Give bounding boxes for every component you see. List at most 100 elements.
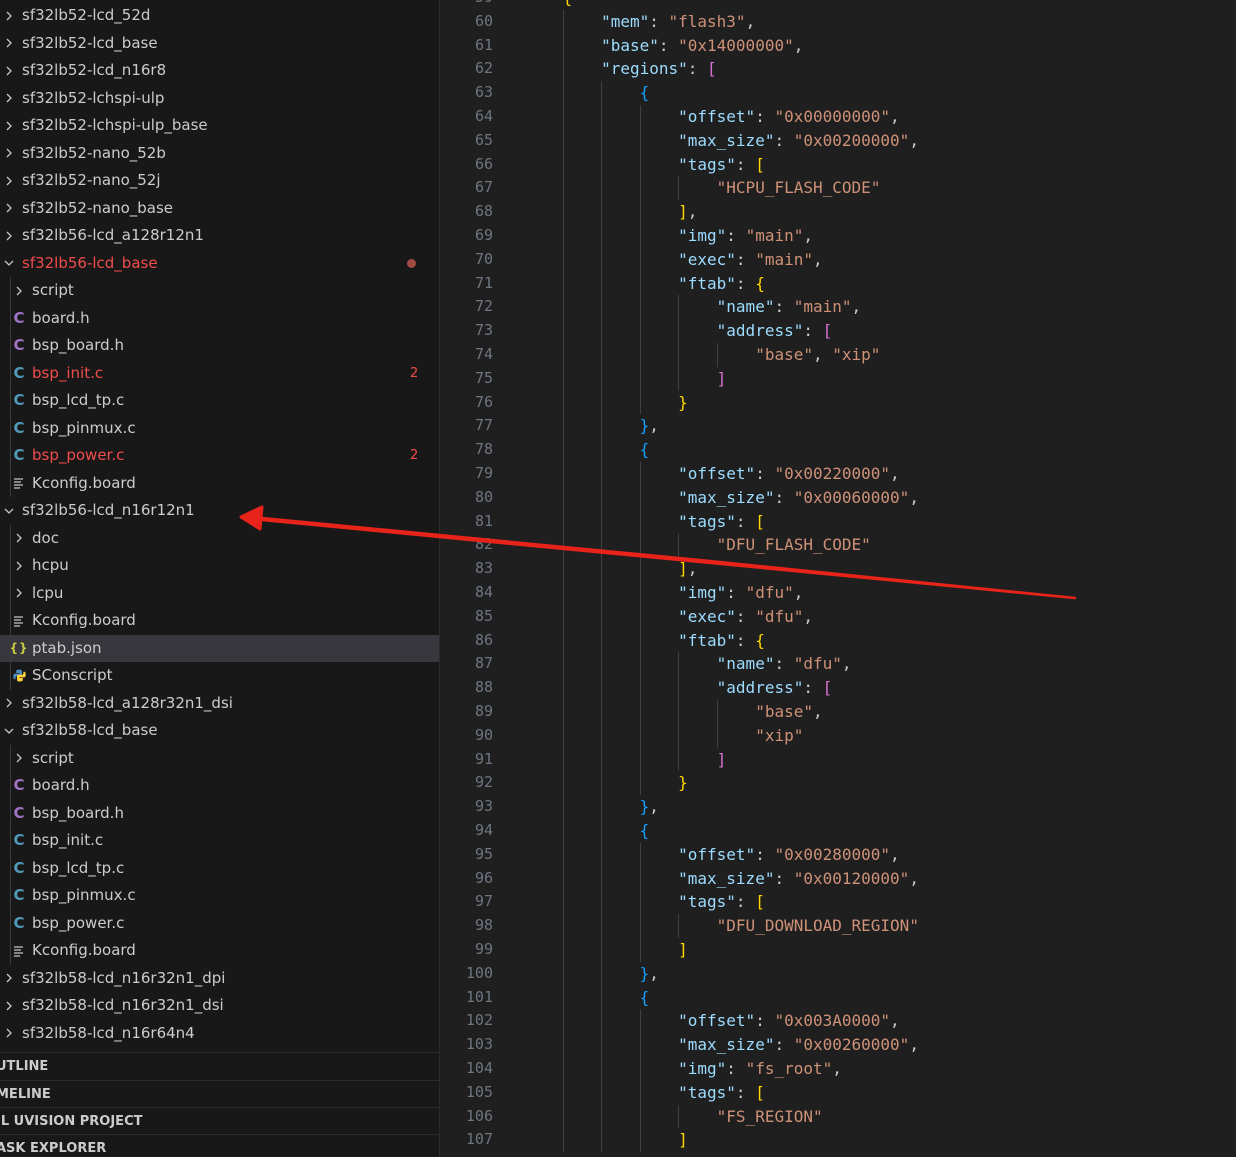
chevron-right-icon[interactable] xyxy=(12,552,26,580)
code-line[interactable]: "mem": "flash3", xyxy=(524,10,755,34)
tree-item[interactable]: Cbsp_power.c xyxy=(0,910,439,938)
tree-item[interactable]: doc xyxy=(0,525,439,553)
tree-item[interactable]: sf32lb58-lcd_n16r64n4 xyxy=(0,1020,439,1048)
tree-item[interactable]: sf32lb52-lchspi-ulp xyxy=(0,85,439,113)
code-line[interactable]: "offset": "0x003A0000", xyxy=(524,1009,900,1033)
code-line[interactable]: } xyxy=(524,771,688,795)
tree-item[interactable]: sf32lb56-lcd_base xyxy=(0,250,439,278)
code-line[interactable]: ] xyxy=(524,938,688,962)
code-line[interactable]: "img": "main", xyxy=(524,224,813,248)
code-line[interactable]: "xip" xyxy=(524,724,803,748)
tree-item[interactable]: sf32lb58-lcd_a128r32n1_dsi xyxy=(0,690,439,718)
chevron-right-icon[interactable] xyxy=(2,2,16,30)
code-line[interactable]: "max_size": "0x00200000", xyxy=(524,129,919,153)
code-line[interactable]: "base": "0x14000000", xyxy=(524,34,803,58)
tree-item[interactable]: Cboard.h xyxy=(0,305,439,333)
section-timeline[interactable]: MELINE xyxy=(0,1080,439,1108)
code-line[interactable]: "regions": [ xyxy=(524,57,717,81)
code-line[interactable]: "base", "xip" xyxy=(524,343,880,367)
chevron-down-icon[interactable] xyxy=(2,717,16,745)
chevron-right-icon[interactable] xyxy=(2,1020,16,1048)
tree-item[interactable]: hcpu xyxy=(0,552,439,580)
code-line[interactable]: { xyxy=(524,81,650,105)
tree-item[interactable]: Cbsp_pinmux.c xyxy=(0,882,439,910)
code-line[interactable]: "ftab": { xyxy=(524,272,765,296)
tree-item[interactable]: Cbsp_pinmux.c xyxy=(0,415,439,443)
chevron-right-icon[interactable] xyxy=(2,992,16,1020)
tree-item[interactable]: Cbsp_board.h xyxy=(0,332,439,360)
chevron-right-icon[interactable] xyxy=(2,195,16,223)
chevron-right-icon[interactable] xyxy=(2,965,16,993)
tree-item[interactable]: sf32lb52-nano_base xyxy=(0,195,439,223)
tree-item[interactable]: sf32lb58-lcd_n16r32n1_dsi xyxy=(0,992,439,1020)
code-line[interactable]: "tags": [ xyxy=(524,153,765,177)
tree-item[interactable]: Cbsp_power.c 2 xyxy=(0,442,439,470)
chevron-right-icon[interactable] xyxy=(2,222,16,250)
chevron-right-icon[interactable] xyxy=(2,690,16,718)
code-line[interactable]: "offset": "0x00280000", xyxy=(524,843,900,867)
code-line[interactable]: "max_size": "0x00060000", xyxy=(524,486,919,510)
code-line[interactable]: "img": "dfu", xyxy=(524,581,803,605)
code-line[interactable]: "FS_REGION" xyxy=(524,1105,823,1129)
code-line[interactable]: "exec": "main", xyxy=(524,248,823,272)
code-line[interactable]: "DFU_DOWNLOAD_REGION" xyxy=(524,914,919,938)
chevron-right-icon[interactable] xyxy=(2,112,16,140)
section-keil-uvision-project[interactable]: IL UVISION PROJECT xyxy=(0,1107,439,1135)
code-line[interactable]: { xyxy=(524,986,650,1010)
tree-item[interactable]: SConscript xyxy=(0,662,439,690)
chevron-down-icon[interactable] xyxy=(2,250,16,278)
code-line[interactable]: "ftab": { xyxy=(524,629,765,653)
code-line[interactable]: ] xyxy=(524,1128,688,1152)
tree-item[interactable]: Kconfig.board xyxy=(0,470,439,498)
tree-item[interactable]: sf32lb56-lcd_n16r12n1 xyxy=(0,497,439,525)
tree-item[interactable]: Cbsp_lcd_tp.c xyxy=(0,855,439,883)
code-line[interactable]: "name": "dfu", xyxy=(524,652,852,676)
tree-item[interactable]: sf32lb52-lcd_52d xyxy=(0,2,439,30)
chevron-right-icon[interactable] xyxy=(2,57,16,85)
tree-item[interactable]: script xyxy=(0,277,439,305)
code-editor[interactable]: 5960 61 62 63 64 65 66 67 68 69 70 71 72 73 74 75 76 77 78… xyxy=(440,0,1236,1157)
tree-item[interactable]: sf32lb58-lcd_base xyxy=(0,717,439,745)
section-outline[interactable]: UTLINE xyxy=(0,1052,439,1080)
tree-item[interactable]: sf32lb56-lcd_a128r12n1 xyxy=(0,222,439,250)
chevron-down-icon[interactable] xyxy=(2,497,16,525)
code-line[interactable]: }, xyxy=(524,962,659,986)
tree-item[interactable]: Cbsp_init.c 2 xyxy=(0,360,439,388)
tree-item[interactable]: script xyxy=(0,745,439,773)
code-line[interactable]: }, xyxy=(524,795,659,819)
code-line[interactable]: "DFU_FLASH_CODE" xyxy=(524,533,871,557)
code-line[interactable]: "name": "main", xyxy=(524,295,862,319)
code-line[interactable]: ] xyxy=(524,748,727,772)
code-line[interactable]: }, xyxy=(524,414,659,438)
chevron-right-icon[interactable] xyxy=(2,167,16,195)
code-line[interactable]: ] xyxy=(524,367,727,391)
tree-item[interactable]: sf32lb52-lcd_base xyxy=(0,30,439,58)
code-line[interactable]: "exec": "dfu", xyxy=(524,605,813,629)
code-line[interactable]: "offset": "0x00000000", xyxy=(524,105,900,129)
tree-item[interactable]: Cbsp_board.h xyxy=(0,800,439,828)
code-line[interactable]: "max_size": "0x00260000", xyxy=(524,1033,919,1057)
chevron-right-icon[interactable] xyxy=(2,30,16,58)
tree-item[interactable]: sf32lb52-nano_52b xyxy=(0,140,439,168)
tree-item[interactable]: Kconfig.board xyxy=(0,937,439,965)
chevron-right-icon[interactable] xyxy=(12,745,26,773)
tree-item[interactable]: Kconfig.board xyxy=(0,607,439,635)
chevron-right-icon[interactable] xyxy=(2,140,16,168)
code-line[interactable]: ], xyxy=(524,557,697,581)
tree-item[interactable]: sf32lb58-lcd_n16r32n1_dpi xyxy=(0,965,439,993)
code-line[interactable]: "tags": [ xyxy=(524,510,765,534)
code-line[interactable]: } xyxy=(524,391,688,415)
code-line[interactable]: { xyxy=(524,438,650,462)
code-line[interactable]: ], xyxy=(524,200,697,224)
section-task-explorer[interactable]: ASK EXPLORER xyxy=(0,1134,439,1157)
code-line[interactable]: "max_size": "0x00120000", xyxy=(524,867,919,891)
code-line[interactable]: { xyxy=(524,819,650,843)
code-line[interactable]: "tags": [ xyxy=(524,890,765,914)
code-line[interactable]: "tags": [ xyxy=(524,1081,765,1105)
code-line[interactable]: "HCPU_FLASH_CODE" xyxy=(524,176,881,200)
code-line[interactable]: "base", xyxy=(524,700,822,724)
code-line[interactable]: "offset": "0x00220000", xyxy=(524,462,900,486)
chevron-right-icon[interactable] xyxy=(12,580,26,608)
chevron-right-icon[interactable] xyxy=(12,525,26,553)
chevron-right-icon[interactable] xyxy=(12,277,26,305)
